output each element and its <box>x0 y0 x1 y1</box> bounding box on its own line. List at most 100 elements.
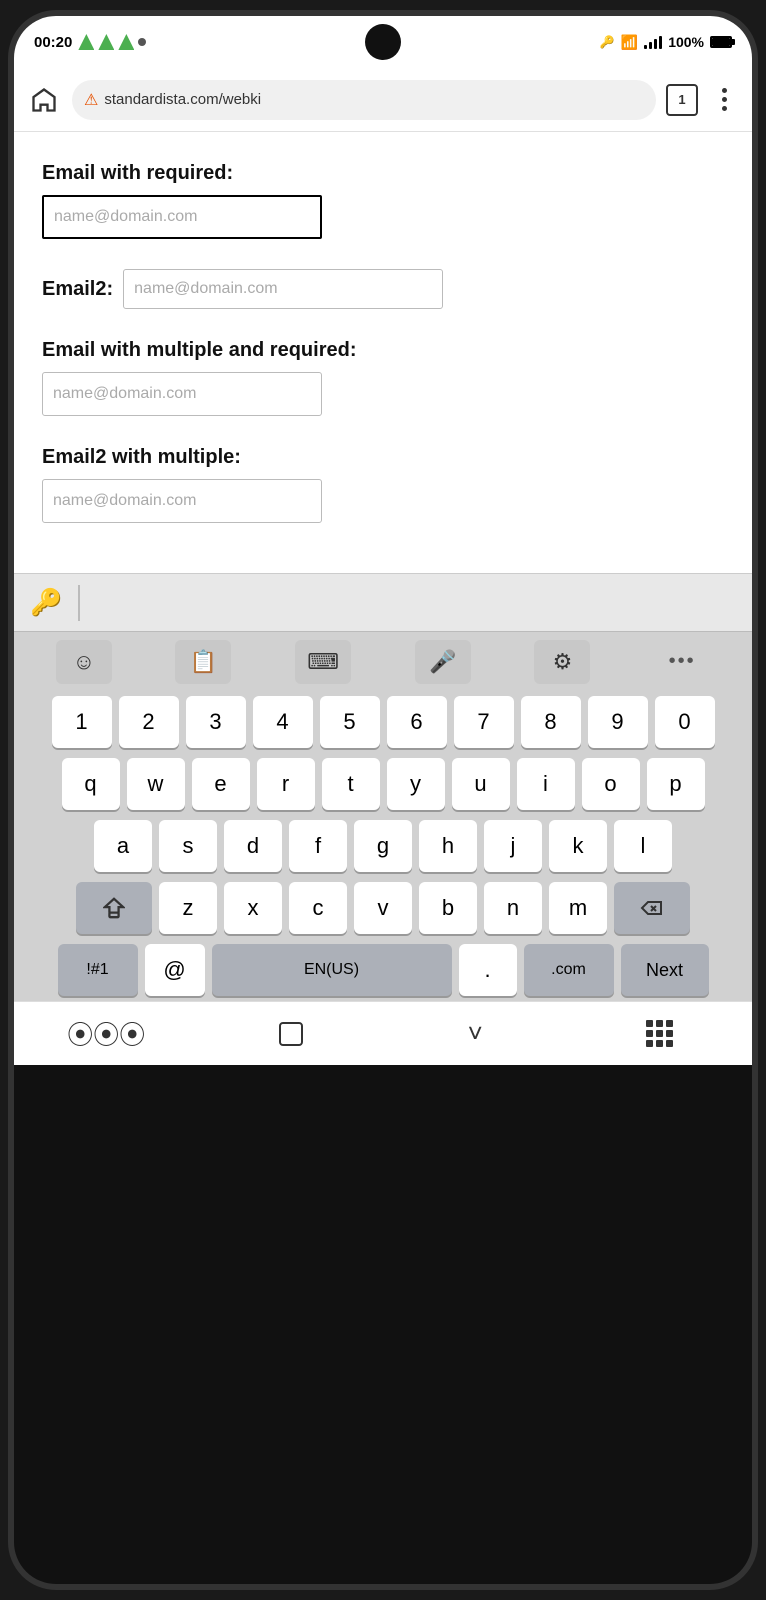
camera-notch <box>365 24 401 60</box>
email-multiple-required-label: Email with multiple and required: <box>42 339 724 362</box>
wifi-icon: 📶 <box>621 34 638 51</box>
email2-multiple-input[interactable]: name@domain.com <box>42 479 322 523</box>
camera-notch-area <box>365 24 401 60</box>
keyboard-header-divider <box>78 585 80 621</box>
key-0[interactable]: 0 <box>655 696 715 748</box>
key-f[interactable]: f <box>289 820 347 872</box>
key-b[interactable]: b <box>419 882 477 934</box>
next-key[interactable]: Next <box>621 944 709 996</box>
keyboard-nav-button[interactable] <box>630 1014 690 1054</box>
key-g[interactable]: g <box>354 820 412 872</box>
key-1[interactable]: 1 <box>52 696 112 748</box>
key-d[interactable]: d <box>224 820 282 872</box>
at-key[interactable]: @ <box>145 944 205 996</box>
keyboard-header: 🔑 <box>14 573 752 631</box>
keyboard-switch-icon: ⌨ <box>307 649 339 675</box>
key-4[interactable]: 4 <box>253 696 313 748</box>
keyboard-switch-button[interactable]: ⌨ <box>295 640 351 684</box>
status-left: 00:20 <box>34 34 146 51</box>
notification-dot <box>138 38 146 46</box>
back-nav-button[interactable]: ⦿⦿⦿ <box>76 1014 136 1054</box>
android-icon-3 <box>118 34 134 50</box>
recents-nav-button[interactable]: ˅ <box>445 1014 505 1054</box>
key-h[interactable]: h <box>419 820 477 872</box>
key-t[interactable]: t <box>322 758 380 810</box>
key-r[interactable]: r <box>257 758 315 810</box>
key-v[interactable]: v <box>354 882 412 934</box>
home-nav-button[interactable] <box>261 1014 321 1054</box>
key-n[interactable]: n <box>484 882 542 934</box>
email2-label: Email2: <box>42 278 113 301</box>
key-2[interactable]: 2 <box>119 696 179 748</box>
number-row: 1 2 3 4 5 6 7 8 9 0 <box>14 691 752 753</box>
email-multiple-required-input[interactable]: name@domain.com <box>42 372 322 416</box>
form-group-email2-multiple: Email2 with multiple: name@domain.com <box>42 446 724 523</box>
email2-input[interactable]: name@domain.com <box>123 269 443 309</box>
more-button[interactable]: ••• <box>654 640 710 684</box>
clipboard-button[interactable]: 📋 <box>175 640 231 684</box>
key-6[interactable]: 6 <box>387 696 447 748</box>
time-display: 00:20 <box>34 34 72 51</box>
voice-button[interactable]: 🎤 <box>415 640 471 684</box>
key-e[interactable]: e <box>192 758 250 810</box>
key-x[interactable]: x <box>224 882 282 934</box>
special-chars-key[interactable]: !#1 <box>58 944 138 996</box>
warning-icon: ⚠ <box>84 90 98 110</box>
key-z[interactable]: z <box>159 882 217 934</box>
shift-key[interactable] <box>76 882 152 934</box>
microphone-icon: 🎤 <box>429 649 456 675</box>
gear-icon: ⚙ <box>553 649 573 675</box>
home-nav-icon <box>279 1022 303 1046</box>
dot-key[interactable]: . <box>459 944 517 996</box>
key-q[interactable]: q <box>62 758 120 810</box>
status-bar: 00:20 🔑 📶 100% <box>14 16 752 68</box>
key-p[interactable]: p <box>647 758 705 810</box>
tab-button[interactable]: 1 <box>666 84 698 116</box>
email2-inline-row: Email2: name@domain.com <box>42 269 724 309</box>
key-8[interactable]: 8 <box>521 696 581 748</box>
key-3[interactable]: 3 <box>186 696 246 748</box>
status-right: 🔑 📶 100% <box>600 34 732 51</box>
key-k[interactable]: k <box>549 820 607 872</box>
battery-percent: 100% <box>668 34 704 50</box>
url-bar[interactable]: ⚠ standardista.com/webki <box>72 80 656 120</box>
key-5[interactable]: 5 <box>320 696 380 748</box>
qwerty-row1: q w e r t y u i o p <box>14 753 752 815</box>
key-i[interactable]: i <box>517 758 575 810</box>
keyboard: 1 2 3 4 5 6 7 8 9 0 q w e r t y u i o p … <box>14 691 752 1001</box>
home-button[interactable] <box>26 82 62 118</box>
email-required-placeholder: name@domain.com <box>54 208 197 226</box>
backspace-key[interactable] <box>614 882 690 934</box>
menu-dot-3 <box>722 106 727 111</box>
key-s[interactable]: s <box>159 820 217 872</box>
key-u[interactable]: u <box>452 758 510 810</box>
space-key[interactable]: EN(US) <box>212 944 452 996</box>
key-m[interactable]: m <box>549 882 607 934</box>
email-multiple-required-placeholder: name@domain.com <box>53 385 196 403</box>
bottom-nav: ⦿⦿⦿ ˅ <box>14 1001 752 1065</box>
keyboard-toolbar: ☺ 📋 ⌨ 🎤 ⚙ ••• <box>14 631 752 691</box>
dotcom-key[interactable]: .com <box>524 944 614 996</box>
back-nav-icon: ⦿⦿⦿ <box>67 1015 145 1052</box>
key-c[interactable]: c <box>289 882 347 934</box>
menu-button[interactable] <box>708 84 740 116</box>
form-group-email-required: Email with required: name@domain.com <box>42 162 724 239</box>
emoji-button[interactable]: ☺ <box>56 640 112 684</box>
key-y[interactable]: y <box>387 758 445 810</box>
key-w[interactable]: w <box>127 758 185 810</box>
email2-multiple-placeholder: name@domain.com <box>53 492 196 510</box>
key-a[interactable]: a <box>94 820 152 872</box>
key-o[interactable]: o <box>582 758 640 810</box>
android-icon-1 <box>78 34 94 50</box>
settings-button[interactable]: ⚙ <box>534 640 590 684</box>
recents-nav-icon: ˅ <box>468 1018 483 1049</box>
key-j[interactable]: j <box>484 820 542 872</box>
key-l[interactable]: l <box>614 820 672 872</box>
email2-placeholder: name@domain.com <box>134 280 277 298</box>
emoji-icon: ☺ <box>73 649 95 675</box>
vpn-key-icon: 🔑 <box>30 587 62 618</box>
key-7[interactable]: 7 <box>454 696 514 748</box>
email-required-input[interactable]: name@domain.com <box>42 195 322 239</box>
qwerty-row3: z x c v b n m <box>14 877 752 939</box>
key-9[interactable]: 9 <box>588 696 648 748</box>
